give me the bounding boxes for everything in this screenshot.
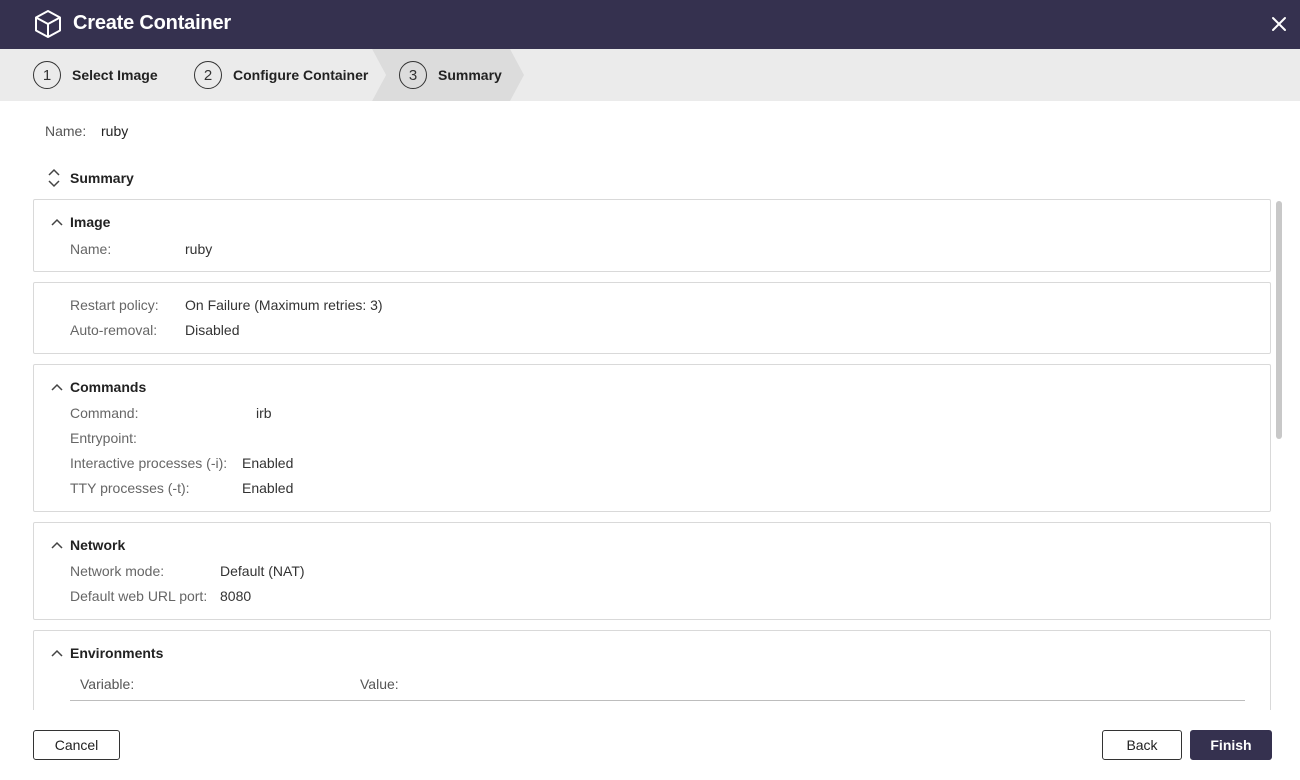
- value-column-header: Value:: [360, 676, 399, 692]
- expand-collapse-icon: [48, 168, 60, 188]
- step-summary: 3 Summary: [399, 49, 502, 101]
- network-section-title: Network: [70, 537, 126, 553]
- web-port-label: Default web URL port:: [70, 588, 208, 604]
- commands-section: Commands Command: irb Entrypoint: Intera…: [33, 364, 1271, 512]
- network-mode-row: Network mode: Default (NAT): [70, 563, 305, 579]
- step-select-image: 1 Select Image: [33, 49, 158, 101]
- close-icon[interactable]: [1268, 13, 1290, 35]
- image-name-label: Name:: [70, 241, 112, 257]
- image-name-row: Name: ruby: [70, 241, 212, 257]
- container-cube-icon: [35, 10, 61, 38]
- step-number: 1: [33, 61, 61, 89]
- vertical-scrollbar[interactable]: [1276, 201, 1282, 439]
- tty-row: TTY processes (-t): Enabled: [70, 480, 293, 496]
- interactive-value: Enabled: [242, 455, 294, 471]
- restart-policy-value: On Failure (Maximum retries: 3): [185, 297, 383, 313]
- image-section-header[interactable]: Image: [51, 214, 110, 230]
- policy-section: Restart policy: On Failure (Maximum retr…: [33, 282, 1271, 354]
- wizard-steps: 1 Select Image 2 Configure Container 3 S…: [0, 49, 1300, 101]
- environments-table-header: Variable: Value:: [70, 676, 1245, 701]
- window-title: Create Container: [73, 12, 231, 34]
- variable-column-header: Variable:: [80, 676, 135, 692]
- finish-button[interactable]: Finish: [1190, 730, 1272, 760]
- web-port-value: 8080: [220, 588, 252, 604]
- chevron-up-icon: [51, 218, 63, 226]
- container-name-row: Name: ruby: [45, 123, 128, 139]
- step-label: Summary: [438, 67, 502, 83]
- tty-label: TTY processes (-t):: [70, 480, 190, 496]
- step-number: 2: [194, 61, 222, 89]
- restart-policy-label: Restart policy:: [70, 297, 159, 313]
- command-row: Command: irb: [70, 405, 272, 421]
- container-name-value: ruby: [101, 123, 129, 139]
- chevron-up-icon: [51, 541, 63, 549]
- command-value: irb: [256, 405, 272, 421]
- tty-value: Enabled: [242, 480, 294, 496]
- auto-removal-value: Disabled: [185, 322, 240, 338]
- commands-section-title: Commands: [70, 379, 147, 395]
- network-section-header[interactable]: Network: [51, 537, 125, 553]
- entrypoint-label: Entrypoint:: [70, 430, 137, 446]
- title-bar: Create Container: [0, 0, 1300, 49]
- step-label: Select Image: [72, 67, 158, 83]
- container-name-label: Name:: [45, 123, 87, 139]
- step-number: 3: [399, 61, 427, 89]
- environments-section-title: Environments: [70, 645, 164, 661]
- chevron-up-icon: [51, 649, 63, 657]
- commands-section-header[interactable]: Commands: [51, 379, 146, 395]
- step-configure-container: 2 Configure Container: [194, 49, 368, 101]
- chevron-up-icon: [51, 383, 63, 391]
- summary-toggle-label: Summary: [70, 170, 134, 186]
- network-mode-label: Network mode:: [70, 563, 165, 579]
- image-section: Image Name: ruby: [33, 199, 1271, 272]
- auto-removal-label: Auto-removal:: [70, 322, 158, 338]
- back-button[interactable]: Back: [1102, 730, 1182, 760]
- interactive-label: Interactive processes (-i):: [70, 455, 228, 471]
- summary-expand-toggle[interactable]: Summary: [47, 168, 134, 188]
- image-name-value: ruby: [185, 241, 213, 257]
- network-section: Network Network mode: Default (NAT) Defa…: [33, 522, 1271, 620]
- step-label: Configure Container: [233, 67, 369, 83]
- interactive-row: Interactive processes (-i): Enabled: [70, 455, 293, 471]
- summary-scroll-area[interactable]: Image Name: ruby Restart policy: On Fail…: [33, 199, 1271, 710]
- auto-removal-row: Auto-removal: Disabled: [70, 322, 239, 338]
- network-mode-value: Default (NAT): [220, 563, 305, 579]
- cancel-button[interactable]: Cancel: [33, 730, 120, 760]
- environments-section-header[interactable]: Environments: [51, 645, 163, 661]
- environments-section: Environments Variable: Value:: [33, 630, 1271, 710]
- image-section-title: Image: [70, 214, 111, 230]
- entrypoint-row: Entrypoint:: [70, 430, 137, 446]
- command-label: Command:: [70, 405, 139, 421]
- web-port-row: Default web URL port: 8080: [70, 588, 251, 604]
- restart-policy-row: Restart policy: On Failure (Maximum retr…: [70, 297, 383, 313]
